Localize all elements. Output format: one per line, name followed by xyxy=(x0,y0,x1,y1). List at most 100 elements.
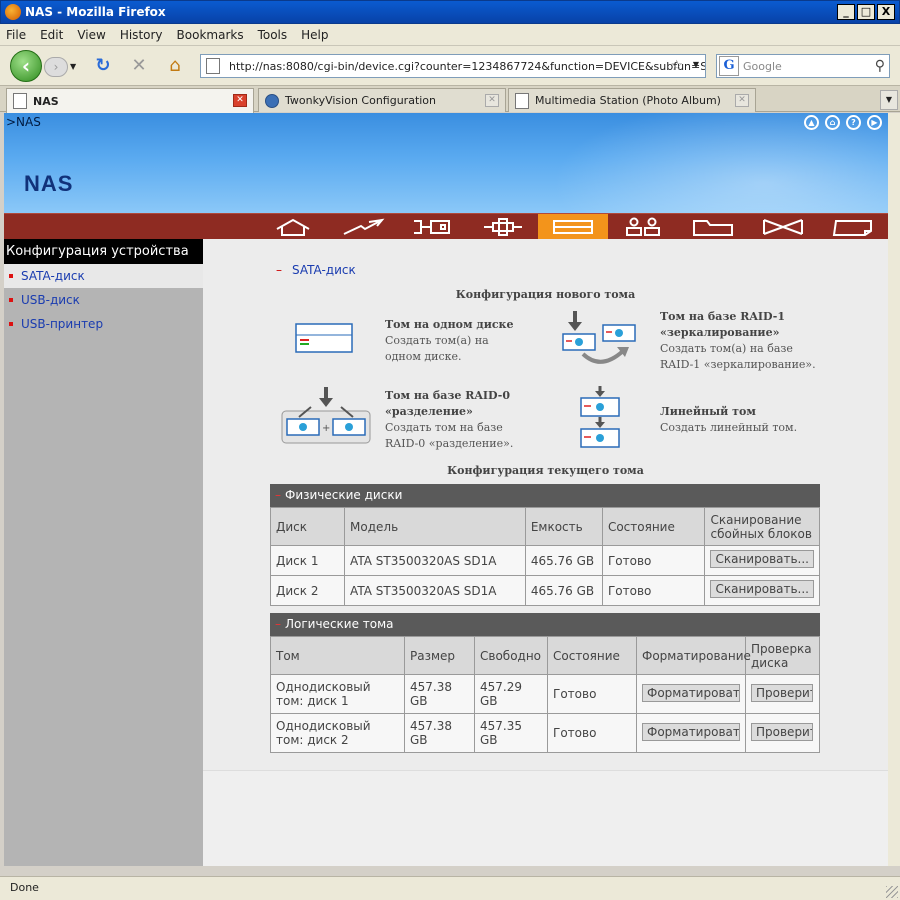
menu-bookmarks[interactable]: Bookmarks xyxy=(177,28,244,42)
close-window-button[interactable]: X xyxy=(877,4,895,20)
tab-multimedia-station[interactable]: Multimedia Station (Photo Album) ✕ xyxy=(508,88,756,112)
menu-tools[interactable]: Tools xyxy=(258,28,288,42)
menu-edit[interactable]: Edit xyxy=(40,28,63,42)
system-icon[interactable] xyxy=(398,214,468,239)
search-box[interactable]: G Google ⚲ xyxy=(716,54,890,78)
url-dropdown-icon[interactable]: ▼ xyxy=(693,60,699,69)
backup-icon[interactable] xyxy=(748,214,818,239)
column-header: Сканирование сбойных блоков xyxy=(704,507,820,546)
option-raid1[interactable]: Том на базе RAID-1 «зеркалирование» Созд… xyxy=(660,309,820,373)
logout-icon[interactable]: ▶ xyxy=(867,115,882,130)
tab-bar: NAS ✕ TwonkyVision Configuration ✕ Multi… xyxy=(0,86,900,113)
home-icon[interactable] xyxy=(258,214,328,239)
column-header: Форматирование xyxy=(636,636,751,675)
main-icon-bar xyxy=(4,213,888,239)
home-icon[interactable]: ⌂ xyxy=(825,115,840,130)
help-icon[interactable]: ? xyxy=(846,115,861,130)
users-icon[interactable] xyxy=(608,214,678,239)
stop-icon[interactable]: ✕ xyxy=(128,55,150,77)
format-button[interactable]: Форматировать... xyxy=(642,722,740,741)
url-bar[interactable]: http://nas:8080/cgi-bin/device.cgi?count… xyxy=(200,54,706,78)
menu-view[interactable]: View xyxy=(77,28,105,42)
format-cell: Форматировать... xyxy=(636,713,746,753)
volume-cell: Однодисковый том: диск 2 xyxy=(270,713,405,753)
raid1-mirror-icon[interactable] xyxy=(561,309,641,374)
model-cell: ATA ST3500320AS SD1A xyxy=(344,545,526,576)
sidebar-item-usb-disk[interactable]: USB-диск xyxy=(4,288,203,312)
column-header: Том xyxy=(270,636,405,675)
resize-grip-icon[interactable] xyxy=(886,886,898,898)
search-input[interactable]: Google xyxy=(743,60,875,73)
tab-list-dropdown-icon[interactable]: ▼ xyxy=(880,90,898,110)
reload-icon[interactable]: ↻ xyxy=(92,55,114,77)
column-header: Емкость xyxy=(524,507,603,546)
option-raid0-desc: Создать том на базе RAID-0 «разделение». xyxy=(385,421,514,450)
bookmark-star-icon[interactable]: ☆ xyxy=(670,58,683,74)
size-cell: 457.38 GB xyxy=(404,713,475,753)
logical-volumes-caption[interactable]: – Логические тома xyxy=(270,613,820,636)
log-icon[interactable] xyxy=(818,214,888,239)
menu-file[interactable]: File xyxy=(6,28,26,42)
sidebar-item-sata-disk[interactable]: SATA-диск xyxy=(4,264,203,288)
check-button[interactable]: Проверить xyxy=(751,683,813,702)
share-folder-icon[interactable] xyxy=(678,214,748,239)
up-arrow-icon[interactable]: ▲ xyxy=(804,115,819,130)
format-button[interactable]: Форматировать... xyxy=(642,683,740,702)
menu-help[interactable]: Help xyxy=(301,28,328,42)
tab-nas[interactable]: NAS ✕ xyxy=(6,88,254,113)
page-icon xyxy=(515,92,529,109)
section-link[interactable]: – SATA-диск xyxy=(276,263,356,277)
table-row: Диск 2 ATA ST3500320AS SD1A 465.76 GB Го… xyxy=(269,575,820,606)
disk-cell: Диск 2 xyxy=(269,575,346,606)
firefox-logo-icon xyxy=(5,4,21,20)
option-raid0[interactable]: Том на базе RAID-0 «разделение» Создать … xyxy=(385,388,535,452)
back-button[interactable]: ‹ xyxy=(10,50,42,82)
tab-label: TwonkyVision Configuration xyxy=(285,94,437,107)
physical-disks-caption[interactable]: – Физические диски xyxy=(270,484,820,507)
close-tab-icon[interactable]: ✕ xyxy=(735,94,749,107)
scan-button[interactable]: Сканировать... xyxy=(710,550,814,568)
page-footer-area xyxy=(203,770,888,866)
option-single-disk[interactable]: Том на одном диске Создать том(а) на одн… xyxy=(385,317,520,365)
main-panel: – SATA-диск Конфигурация нового тома Том … xyxy=(203,239,888,770)
raid0-striping-icon[interactable]: + xyxy=(281,385,371,448)
window-right-edge xyxy=(888,113,900,866)
nas-banner: >NAS NAS ▲ ⌂ ? ▶ xyxy=(4,113,888,213)
forward-button[interactable]: › xyxy=(44,57,68,77)
history-dropdown-icon[interactable]: ▼ xyxy=(70,62,76,71)
sidebar-item-usb-printer[interactable]: USB-принтер xyxy=(4,312,203,336)
window-title: NAS - Mozilla Firefox xyxy=(25,5,166,19)
search-icon[interactable]: ⚲ xyxy=(875,58,885,74)
navigation-toolbar: ‹ › ▼ ↻ ✕ ⌂ http://nas:8080/cgi-bin/devi… xyxy=(0,46,900,86)
scan-button[interactable]: Сканировать... xyxy=(710,580,814,598)
option-linear[interactable]: Линейный том Создать линейный том. xyxy=(660,404,820,436)
network-icon[interactable] xyxy=(328,214,398,239)
services-icon[interactable] xyxy=(468,214,538,239)
menu-history[interactable]: History xyxy=(120,28,163,42)
column-header: Проверка диска xyxy=(745,636,820,675)
logical-volumes-panel: – Логические тома Том Размер Свободно Сос… xyxy=(270,613,820,753)
state-cell: Готово xyxy=(601,545,706,576)
table-row: Однодисковый том: диск 1 457.38 GB 457.2… xyxy=(270,674,820,714)
current-volume-heading: Конфигурация текущего тома xyxy=(447,464,644,477)
maximize-button[interactable]: □ xyxy=(857,4,875,20)
table-header-row: Диск Модель Емкость Состояние Сканирован… xyxy=(269,507,820,546)
capacity-cell: 465.76 GB xyxy=(524,575,603,606)
table-row: Диск 1 ATA ST3500320AS SD1A 465.76 GB Го… xyxy=(269,545,820,576)
state-cell: Готово xyxy=(547,674,637,714)
single-disk-icon[interactable] xyxy=(295,323,353,356)
column-header: Размер xyxy=(404,636,475,675)
tab-twonkyvision[interactable]: TwonkyVision Configuration ✕ xyxy=(258,88,506,112)
home-button-icon[interactable]: ⌂ xyxy=(164,55,186,77)
disk-cell: Диск 1 xyxy=(269,545,346,576)
close-tab-icon[interactable]: ✕ xyxy=(233,94,247,107)
check-button[interactable]: Проверить xyxy=(751,722,813,741)
twonky-icon xyxy=(265,93,279,108)
capacity-cell: 465.76 GB xyxy=(524,545,603,576)
page-icon xyxy=(206,58,220,74)
storage-icon[interactable] xyxy=(538,214,608,239)
close-tab-icon[interactable]: ✕ xyxy=(485,94,499,107)
search-engine-icon[interactable]: G xyxy=(719,56,739,76)
minimize-button[interactable]: _ xyxy=(837,4,855,20)
linear-volume-icon[interactable] xyxy=(579,385,621,452)
